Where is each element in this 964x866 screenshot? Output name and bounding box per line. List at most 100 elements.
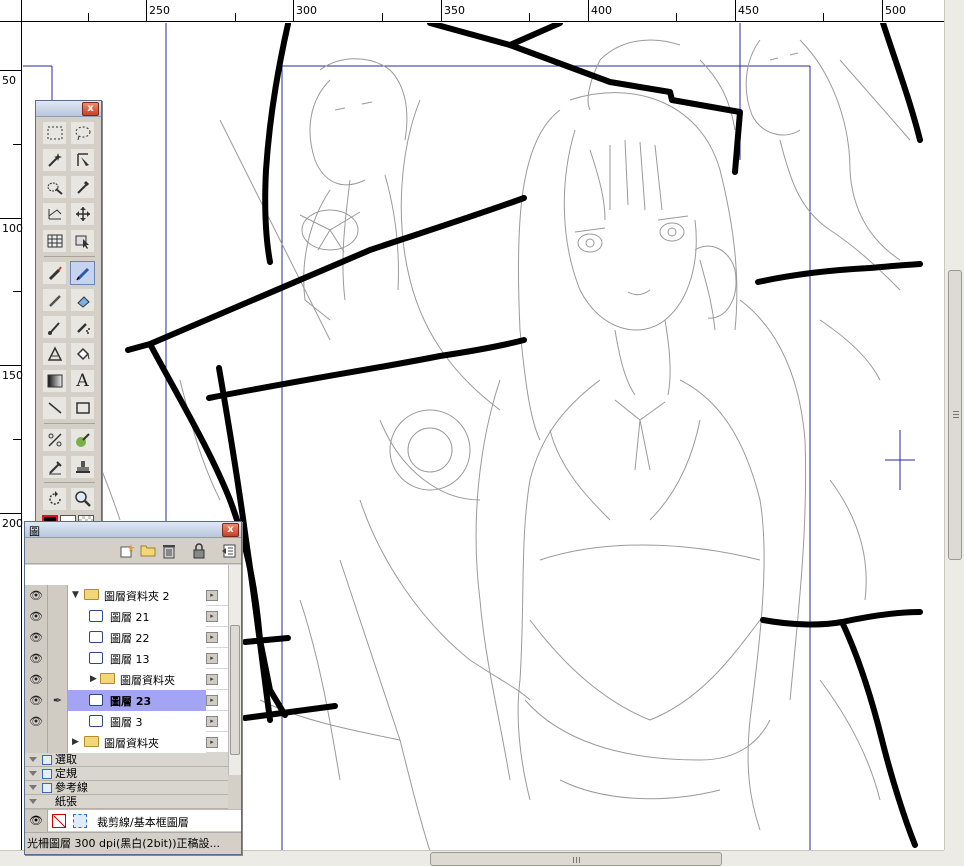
visibility-eye-icon[interactable]: 👁	[25, 669, 48, 690]
raster-layer-icon	[89, 652, 103, 664]
move-icon[interactable]	[70, 202, 95, 226]
ruler-layer-icon	[42, 769, 52, 779]
layer-options-icon[interactable]: ▸	[206, 716, 218, 727]
layer-options-icon[interactable]: ▸	[206, 611, 218, 622]
visibility-eye-icon[interactable]: 👁	[25, 711, 48, 732]
folder-icon	[84, 589, 99, 600]
layer-scroll-thumb[interactable]	[230, 625, 240, 755]
line-icon[interactable]	[42, 396, 67, 420]
lock-layer-icon[interactable]	[191, 542, 207, 559]
visibility-eye-icon[interactable]: 👁	[25, 627, 48, 648]
marker-icon[interactable]	[42, 261, 67, 285]
folder-icon	[100, 673, 115, 684]
vertical-scrollbar[interactable]	[944, 0, 964, 850]
layers-panel: 圖 x 👁 ▼ 圖層資料夾 2 ▸ 👁 圖層 21 ▸ 👁 圖層 22 ▸ 👁 …	[24, 521, 242, 855]
layer-options-icon[interactable]: ▸	[206, 590, 218, 601]
pattern-pen-icon[interactable]	[42, 342, 67, 366]
gradient-icon[interactable]	[42, 369, 67, 393]
lock-toggle[interactable]	[48, 669, 68, 690]
layer-options-icon[interactable]: ▸	[206, 674, 218, 685]
rectangle-icon[interactable]	[70, 396, 95, 420]
panel-border-lines	[125, 23, 923, 848]
layer-list-scrollbar[interactable]	[228, 565, 241, 775]
panel-menu-icon[interactable]	[221, 543, 237, 559]
select-pen-icon[interactable]	[70, 148, 95, 172]
layer-row[interactable]: 👁 圖層 21 ▸	[25, 606, 228, 627]
layer-options-icon[interactable]: ▸	[206, 653, 218, 664]
lock-toggle[interactable]	[48, 627, 68, 648]
layers-panel-titlebar[interactable]: 圖 x	[25, 522, 241, 538]
visibility-eye-icon[interactable]: 👁	[25, 606, 48, 627]
layer-row[interactable]: 👁 圖層 3 ▸	[25, 711, 228, 732]
airbrush-icon[interactable]	[70, 315, 95, 339]
transform-icon[interactable]	[42, 202, 67, 226]
horizontal-scroll-thumb[interactable]	[430, 852, 722, 866]
folder-expand-arrow-icon[interactable]: ▶	[90, 674, 97, 684]
ruler-label-500: 500	[885, 4, 906, 17]
zoom-icon[interactable]	[70, 487, 95, 511]
layer-row[interactable]: 👁 圖層 22 ▸	[25, 627, 228, 648]
layer-row[interactable]: ▶ 圖層資料夾 ▸	[25, 732, 228, 753]
layer-row-selected[interactable]: 👁 ✒ 圖層 23 ▸	[25, 690, 228, 711]
layer-row[interactable]: 👁 圖層 13 ▸	[25, 648, 228, 669]
collapse-arrow-icon[interactable]	[29, 785, 37, 790]
layer-name: 圖層 21	[110, 611, 150, 624]
ruler-icon[interactable]	[42, 428, 67, 452]
no-output-icon[interactable]	[52, 814, 66, 828]
lock-toggle[interactable]	[48, 585, 68, 606]
grid-icon[interactable]	[42, 229, 67, 253]
guide-layer-icon	[42, 783, 52, 793]
crop-frame-layer-row[interactable]: 👁 裁剪線/基本框圖層	[25, 809, 241, 832]
lock-toggle[interactable]	[48, 606, 68, 627]
select-brush-icon[interactable]	[42, 175, 67, 199]
visibility-eye-icon[interactable]: 👁	[25, 585, 48, 606]
fill-icon[interactable]	[70, 342, 95, 366]
lock-toggle[interactable]	[48, 648, 68, 669]
layer-row[interactable]: 👁 ▶ 圖層資料夾 ▸	[25, 669, 228, 690]
layer-row[interactable]: 👁 ▼ 圖層資料夾 2 ▸	[25, 585, 228, 606]
new-layer-icon[interactable]	[119, 543, 135, 559]
layer-status-bar: 光柵圖層 300 dpi(黑白(2bit))正稿設...	[25, 832, 241, 854]
section-ruler[interactable]: 定規	[25, 767, 228, 781]
tool-palette-titlebar[interactable]: x	[36, 101, 101, 117]
pipette-icon[interactable]	[42, 455, 67, 479]
brush-icon[interactable]	[42, 315, 67, 339]
lock-toggle[interactable]	[48, 711, 68, 732]
folder-expand-arrow-icon[interactable]: ▼	[72, 590, 79, 600]
layer-options-icon[interactable]: ▸	[206, 632, 218, 643]
layers-panel-title: 圖	[29, 525, 40, 538]
section-guide[interactable]: 參考線	[25, 781, 228, 795]
section-selection[interactable]: 選取	[25, 753, 228, 767]
folder-expand-arrow-icon[interactable]: ▶	[72, 737, 79, 747]
layers-panel-close-button[interactable]: x	[222, 523, 239, 537]
eraser-icon[interactable]	[70, 288, 95, 312]
edit-target-pen-icon[interactable]: ✒	[48, 690, 68, 711]
lasso-icon[interactable]	[70, 121, 95, 145]
layer-options-icon[interactable]: ▸	[206, 695, 218, 706]
delete-layer-icon[interactable]	[161, 543, 177, 559]
tone-icon[interactable]	[70, 428, 95, 452]
rotate-icon[interactable]	[42, 487, 67, 511]
magic-wand-icon[interactable]	[42, 148, 67, 172]
marquee-icon[interactable]	[42, 121, 67, 145]
section-paper[interactable]: 紙張	[25, 795, 228, 809]
pen-icon[interactable]	[70, 261, 95, 285]
eyedropper-icon[interactable]	[70, 175, 95, 199]
stamp-icon[interactable]	[70, 455, 95, 479]
collapse-arrow-icon[interactable]	[29, 771, 37, 776]
visibility-toggle[interactable]	[25, 732, 48, 753]
vertical-scroll-thumb[interactable]	[948, 270, 962, 560]
lock-toggle[interactable]	[48, 732, 68, 753]
tool-palette-close-button[interactable]: x	[82, 102, 99, 116]
collapse-arrow-icon[interactable]	[29, 799, 37, 804]
pencil-icon[interactable]	[42, 288, 67, 312]
object-select-icon[interactable]	[70, 229, 95, 253]
visibility-eye-icon[interactable]: 👁	[25, 648, 48, 669]
new-folder-icon[interactable]	[140, 543, 156, 559]
text-icon[interactable]: A	[70, 369, 95, 393]
layer-options-icon[interactable]: ▸	[206, 737, 218, 748]
ruler-label-300: 300	[296, 4, 317, 17]
visibility-eye-icon[interactable]: 👁	[25, 810, 48, 832]
visibility-eye-icon[interactable]: 👁	[25, 690, 48, 711]
collapse-arrow-icon[interactable]	[29, 757, 37, 762]
